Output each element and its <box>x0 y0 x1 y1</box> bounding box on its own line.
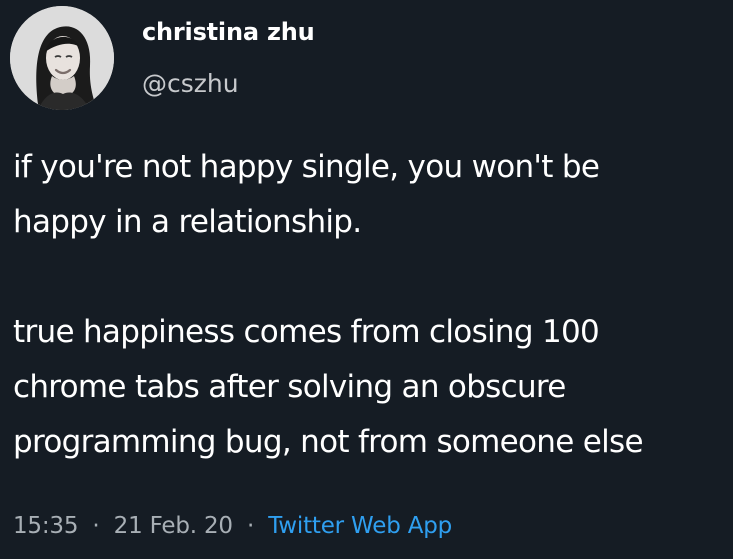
tweet-paragraph-1: if you're not happy single, you won't be… <box>13 149 600 240</box>
tweet-source-link[interactable]: Twitter Web App <box>268 513 452 539</box>
person-avatar-icon <box>10 6 114 110</box>
tweet-text: if you're not happy single, you won't be… <box>13 140 725 470</box>
tweet-metadata: 15:35 · 21 Feb. 20 · Twitter Web App <box>13 511 452 541</box>
profile-avatar[interactable] <box>10 6 114 110</box>
tweet-time[interactable]: 15:35 <box>13 513 78 539</box>
tweet-date[interactable]: 21 Feb. 20 <box>114 513 233 539</box>
author-handle[interactable]: @cszhu <box>142 69 239 99</box>
metadata-separator-1: · <box>92 513 100 539</box>
tweet-paragraph-2: true happiness comes from closing 100 ch… <box>13 314 644 460</box>
author-display-name[interactable]: christina zhu <box>142 17 315 47</box>
tweet-card: christina zhu @cszhu if you're not happy… <box>0 0 733 559</box>
metadata-separator-2: · <box>247 513 255 539</box>
